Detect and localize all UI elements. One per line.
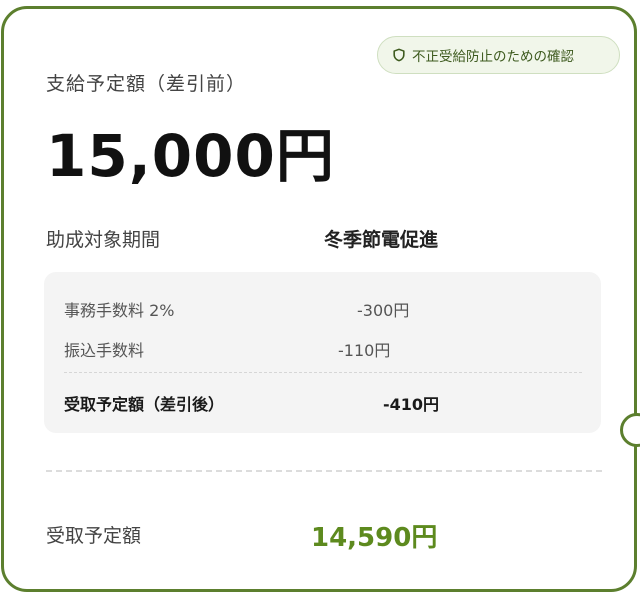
receive-amount-value: 14,590円	[311, 523, 438, 553]
fee-value: -110円	[338, 341, 391, 360]
fee-row-admin: 事務手数料 2% -300円	[44, 297, 601, 321]
fee-total-label: 受取予定額（差引後）	[64, 395, 225, 414]
fee-total-value: -410円	[383, 395, 440, 414]
subsidy-period-value: 冬季節電促進	[324, 229, 439, 251]
fee-label: 事務手数料 2%	[64, 301, 175, 320]
subsidy-period-label: 助成対象期間	[46, 229, 161, 251]
fee-row-transfer: 振込手数料 -110円	[44, 337, 601, 361]
section-divider	[46, 470, 602, 472]
fee-breakdown-box: 事務手数料 2% -300円 振込手数料 -110円 受取予定額（差引後） -4…	[44, 272, 601, 433]
payment-summary-card: 不正受給防止のための確認 支給予定額（差引前） 15,000円 助成対象期間 冬…	[1, 6, 637, 592]
fee-label: 振込手数料	[64, 341, 145, 360]
shield-icon	[393, 48, 405, 62]
receive-amount-label: 受取予定額	[46, 525, 142, 547]
payment-before-deduction-label: 支給予定額（差引前）	[46, 73, 247, 95]
fraud-prevention-badge[interactable]: 不正受給防止のための確認	[377, 36, 620, 74]
badge-label: 不正受給防止のための確認	[412, 49, 574, 65]
payment-before-deduction-amount: 15,000円	[46, 122, 335, 190]
fee-value: -300円	[357, 301, 410, 320]
fee-row-total: 受取予定額（差引後） -410円	[44, 391, 601, 415]
fee-divider	[64, 372, 582, 373]
